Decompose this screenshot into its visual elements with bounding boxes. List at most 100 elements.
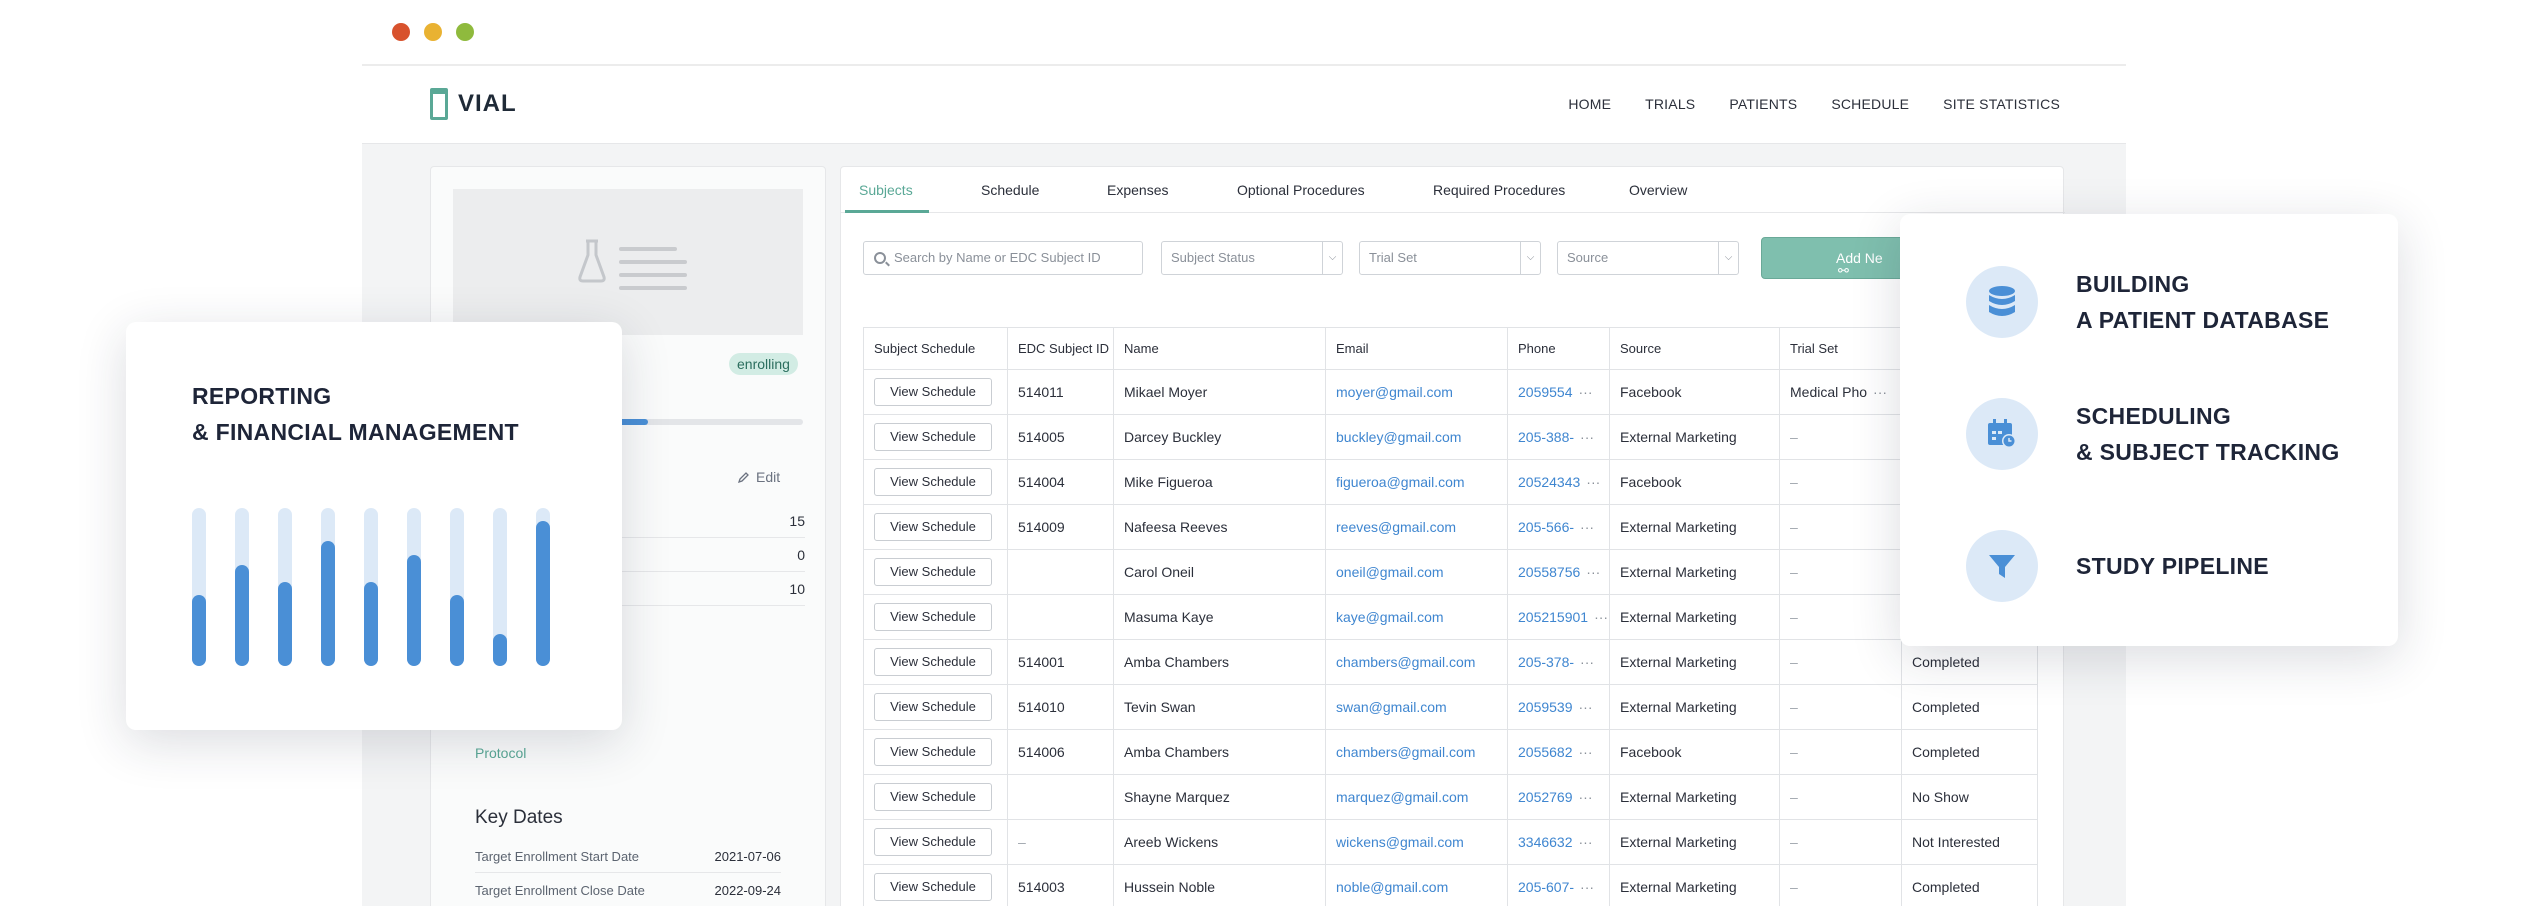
subject-status-select[interactable]: Subject Status ⌵	[1161, 241, 1343, 275]
key-date-row: Target Enrollment Close Date 2022-09-24	[475, 883, 781, 906]
more-icon[interactable]: ···	[1873, 384, 1887, 400]
nav-patients[interactable]: PATIENTS	[1729, 96, 1797, 112]
more-icon[interactable]: ···	[1594, 609, 1608, 625]
email-link[interactable]: figueroa@gmail.com	[1325, 459, 1508, 505]
email-link[interactable]: swan@gmail.com	[1325, 684, 1508, 730]
edit-button[interactable]: Edit	[737, 469, 780, 485]
column-header[interactable]: Phone	[1507, 327, 1610, 370]
view-schedule-button[interactable]: View Schedule	[874, 693, 992, 721]
nav-schedule[interactable]: SCHEDULE	[1831, 96, 1909, 112]
phone-link[interactable]: 3346632	[1518, 834, 1573, 850]
view-schedule-button[interactable]: View Schedule	[874, 783, 992, 811]
tab-expenses[interactable]: Expenses	[1107, 182, 1168, 198]
protocol-link[interactable]: Protocol	[475, 745, 526, 761]
phone-cell[interactable]: 2052769 ···	[1507, 774, 1610, 820]
phone-cell[interactable]: 205-566- ···	[1507, 504, 1610, 550]
email-link[interactable]: chambers@gmail.com	[1325, 639, 1508, 685]
more-icon[interactable]: ···	[1579, 384, 1593, 400]
view-schedule-button[interactable]: View Schedule	[874, 468, 992, 496]
tab-schedule[interactable]: Schedule	[981, 182, 1039, 198]
column-header[interactable]: EDC Subject ID	[1007, 327, 1114, 370]
phone-link[interactable]: 20524343	[1518, 474, 1580, 490]
phone-link[interactable]: 205-607-	[1518, 879, 1574, 895]
phone-link[interactable]: 20558756	[1518, 564, 1580, 580]
key-date-value: 2021-07-06	[714, 849, 782, 864]
logo[interactable]: VIAL	[430, 88, 517, 120]
phone-link[interactable]: 205-566-	[1518, 519, 1574, 535]
maximize-window-button[interactable]	[456, 23, 474, 41]
phone-link[interactable]: 205-378-	[1518, 654, 1574, 670]
phone-cell[interactable]: 3346632 ···	[1507, 819, 1610, 865]
more-icon[interactable]: ···	[1579, 834, 1593, 850]
source-cell: External Marketing	[1609, 684, 1780, 730]
more-icon[interactable]: ···	[1579, 789, 1593, 805]
phone-cell[interactable]: 2059554 ···	[1507, 369, 1610, 415]
key-date-label: Target Enrollment Close Date	[475, 883, 645, 898]
view-schedule-button[interactable]: View Schedule	[874, 828, 992, 856]
nav-home[interactable]: HOME	[1568, 96, 1611, 112]
phone-link[interactable]: 2052769	[1518, 789, 1573, 805]
tab-overview[interactable]: Overview	[1629, 182, 1687, 198]
view-schedule-button[interactable]: View Schedule	[874, 513, 992, 541]
more-icon[interactable]: ···	[1579, 699, 1593, 715]
email-link[interactable]: kaye@gmail.com	[1325, 594, 1508, 640]
view-schedule-button[interactable]: View Schedule	[874, 873, 992, 901]
email-link[interactable]: buckley@gmail.com	[1325, 414, 1508, 460]
email-link[interactable]: marquez@gmail.com	[1325, 774, 1508, 820]
view-schedule-button[interactable]: View Schedule	[874, 738, 992, 766]
email-link[interactable]: reeves@gmail.com	[1325, 504, 1508, 550]
trial-set-cell: –	[1779, 504, 1902, 550]
phone-link[interactable]: 205-388-	[1518, 429, 1574, 445]
email-link[interactable]: oneil@gmail.com	[1325, 549, 1508, 595]
view-schedule-button[interactable]: View Schedule	[874, 378, 992, 406]
phone-cell[interactable]: 20558756 ···	[1507, 549, 1610, 595]
more-icon[interactable]: ···	[1580, 519, 1594, 535]
close-window-button[interactable]	[392, 23, 410, 41]
more-icon[interactable]: ···	[1586, 564, 1600, 580]
email-link[interactable]: wickens@gmail.com	[1325, 819, 1508, 865]
phone-cell[interactable]: 205-378- ···	[1507, 639, 1610, 685]
column-header[interactable]: Subject Schedule	[863, 327, 1008, 370]
phone-link[interactable]: 2055682	[1518, 744, 1573, 760]
email-link[interactable]: chambers@gmail.com	[1325, 729, 1508, 775]
phone-link[interactable]: 2059554	[1518, 384, 1573, 400]
more-icon[interactable]: ···	[1586, 474, 1600, 490]
nav-trials[interactable]: TRIALS	[1645, 96, 1695, 112]
source-select[interactable]: Source ⌵	[1557, 241, 1739, 275]
view-schedule-button[interactable]: View Schedule	[874, 423, 992, 451]
tab-optional-procedures[interactable]: Optional Procedures	[1237, 182, 1365, 198]
edc-subject-id-cell: 514003	[1007, 864, 1114, 906]
search-input[interactable]: Search by Name or EDC Subject ID	[863, 241, 1143, 275]
main-nav: HOME TRIALS PATIENTS SCHEDULE SITE STATI…	[1568, 96, 2060, 112]
phone-link[interactable]: 2059539	[1518, 699, 1573, 715]
phone-cell[interactable]: 205215901 ···	[1507, 594, 1610, 640]
column-header[interactable]: Name	[1113, 327, 1326, 370]
phone-cell[interactable]: 2059539 ···	[1507, 684, 1610, 730]
email-link[interactable]: moyer@gmail.com	[1325, 369, 1508, 415]
view-schedule-button[interactable]: View Schedule	[874, 558, 992, 586]
view-schedule-button[interactable]: View Schedule	[874, 603, 992, 631]
phone-link[interactable]: 205215901	[1518, 609, 1588, 625]
more-icon[interactable]: ···	[1580, 654, 1594, 670]
email-link[interactable]: noble@gmail.com	[1325, 864, 1508, 906]
more-icon[interactable]: ···	[1579, 744, 1593, 760]
phone-cell[interactable]: 205-388- ···	[1507, 414, 1610, 460]
table-row: View Schedule 514005 Darcey Buckley buckley…	[863, 414, 2038, 460]
column-header[interactable]: Trial Set	[1779, 327, 1902, 370]
more-icon[interactable]: ···	[1580, 879, 1594, 895]
feature-label: STUDY PIPELINE	[2076, 548, 2269, 584]
tab-subjects[interactable]: Subjects	[859, 182, 913, 198]
column-header[interactable]: Source	[1609, 327, 1780, 370]
more-icon[interactable]: ···	[1580, 429, 1594, 445]
key-date-row: Target Enrollment Start Date 2021-07-06	[475, 849, 781, 873]
view-schedule-button[interactable]: View Schedule	[874, 648, 992, 676]
trial-set-select[interactable]: Trial Set ⌵	[1359, 241, 1541, 275]
phone-cell[interactable]: 205-607- ···	[1507, 864, 1610, 906]
phone-cell[interactable]: 2055682 ···	[1507, 729, 1610, 775]
tab-required-procedures[interactable]: Required Procedures	[1433, 182, 1565, 198]
nav-site-statistics[interactable]: SITE STATISTICS	[1943, 96, 2060, 112]
phone-cell[interactable]: 20524343 ···	[1507, 459, 1610, 505]
minimize-window-button[interactable]	[424, 23, 442, 41]
column-header[interactable]: Email	[1325, 327, 1508, 370]
table-row: View Schedule 514010 Tevin Swan swan@gmail.…	[863, 684, 2038, 730]
